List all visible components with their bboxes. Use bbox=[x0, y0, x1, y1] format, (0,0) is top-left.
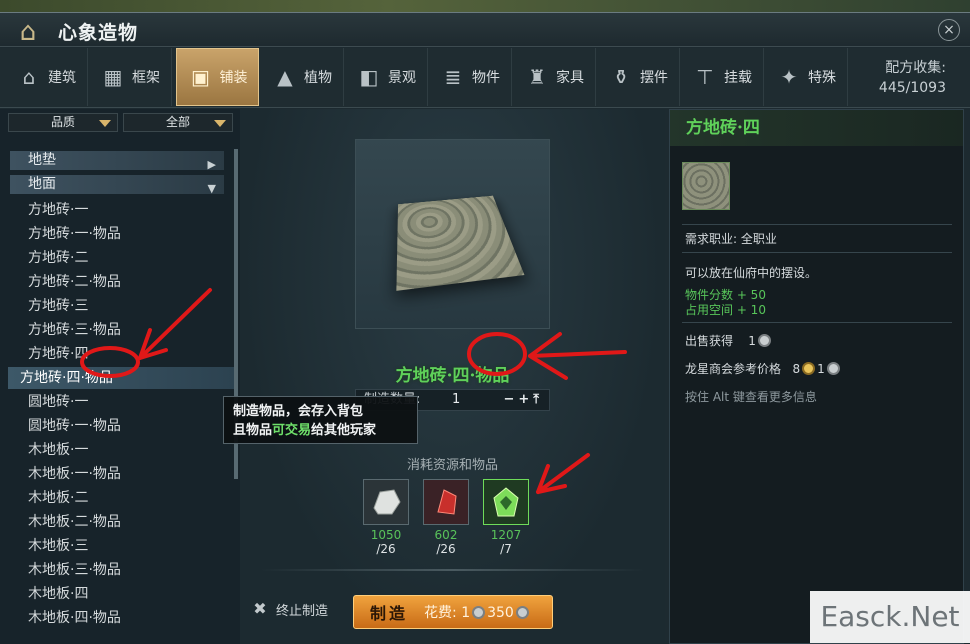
tab-frame[interactable]: ▦ 框架 bbox=[89, 48, 172, 106]
recipe-item[interactable]: 圆地砖·一·物品 bbox=[28, 415, 121, 437]
recipe-item[interactable]: 木地板·二 bbox=[28, 487, 88, 509]
chevron-down-icon: ▼ bbox=[207, 182, 216, 195]
recipe-item[interactable]: 木地板·三·物品 bbox=[28, 559, 121, 581]
recipe-item[interactable]: 木地板·一·物品 bbox=[28, 463, 121, 485]
cross-icon: ✖ bbox=[253, 599, 267, 618]
recipe-list-panel: 品质 全部 地垫 ▶ 地面 ▼ 方地砖·一 方地砖·一·物品 方地砖·二 方地砖·二… bbox=[0, 109, 240, 644]
recipe-item[interactable]: 方地砖·四 bbox=[28, 343, 88, 365]
house-icon: ⌂ bbox=[22, 65, 36, 89]
watermark: Easck.Net bbox=[810, 591, 970, 643]
alt-hint: 按住 Alt 键查看更多信息 bbox=[685, 390, 817, 404]
chevron-down-icon bbox=[99, 120, 111, 127]
all-dropdown[interactable]: 全部 bbox=[123, 113, 233, 132]
recipe-item[interactable]: 方地砖·一·物品 bbox=[28, 223, 121, 245]
category-tabs: ⌂ 建筑 ▦ 框架 ▣ 铺装 ▲ 植物 ◧ 景观 ≣ 物件 ♜ 家具 ⚱ 摆件 ⊤ 挂载 ✦ 特殊 … bbox=[0, 48, 970, 108]
item-preview bbox=[355, 139, 550, 329]
divider bbox=[682, 224, 952, 225]
recipe-item[interactable]: 木地板·一 bbox=[28, 439, 88, 461]
silver-coin-icon bbox=[472, 606, 486, 619]
quantity-buttons[interactable]: −+⤒ bbox=[503, 390, 543, 410]
material-slot[interactable]: 602 /26 bbox=[423, 479, 469, 556]
divider bbox=[260, 569, 645, 571]
silver-coin-icon bbox=[515, 606, 529, 619]
vase-icon: ⚱ bbox=[612, 65, 630, 89]
recipe-item[interactable]: 木地板·二·物品 bbox=[28, 511, 121, 533]
tab-mounted[interactable]: ⊤ 挂载 bbox=[681, 48, 764, 106]
chevron-right-icon: ▶ bbox=[207, 158, 216, 171]
silver-coin-icon bbox=[757, 334, 771, 347]
silver-coin-icon bbox=[826, 362, 840, 375]
space-usage: 占用空间 + 10 bbox=[685, 303, 766, 317]
tree-icon: ▲ bbox=[277, 65, 293, 89]
tab-special[interactable]: ✦ 特殊 bbox=[765, 48, 848, 106]
pavilion-icon: ⌂ bbox=[19, 17, 37, 47]
tab-building[interactable]: ⌂ 建筑 bbox=[5, 48, 88, 106]
materials-title: 消耗资源和物品 bbox=[406, 458, 498, 473]
chair-icon: ♜ bbox=[528, 65, 546, 89]
material-slot[interactable]: 1050 /26 bbox=[363, 479, 409, 556]
item-detail-panel: 方地砖·四 需求职业: 全职业 可以放在仙府中的摆设。 物件分数 + 50 占用… bbox=[669, 109, 964, 644]
stone-icon bbox=[373, 489, 401, 515]
stop-crafting-button[interactable]: ✖ 终止制造 bbox=[250, 599, 328, 619]
quantity-value[interactable]: 1 bbox=[452, 390, 460, 410]
crafting-center-panel: 方地砖·四·物品 制造数量: 1 −+⤒ 消耗资源和物品 1050 /26 60… bbox=[240, 109, 665, 644]
item-thumbnail bbox=[682, 162, 730, 210]
recipe-item-selected[interactable]: 方地砖·四·物品 bbox=[8, 367, 236, 389]
green-emblem-icon bbox=[493, 487, 519, 517]
item-name: 方地砖·四·物品 bbox=[395, 366, 510, 386]
recipe-item[interactable]: 圆地砖·一 bbox=[28, 391, 88, 413]
paving-icon: ▣ bbox=[191, 65, 210, 89]
detail-title: 方地砖·四 bbox=[670, 110, 963, 146]
recipe-item[interactable]: 木地板·四·物品 bbox=[28, 607, 121, 629]
job-requirement: 需求职业: 全职业 bbox=[685, 232, 777, 246]
tab-objects[interactable]: ≣ 物件 bbox=[429, 48, 512, 106]
stack-icon: ≣ bbox=[444, 65, 462, 89]
hanger-icon: ⊤ bbox=[696, 65, 714, 89]
floor-tile-image bbox=[396, 195, 525, 291]
craft-button-label: 制造 bbox=[370, 604, 409, 623]
sparkle-icon: ✦ bbox=[780, 65, 798, 89]
category-mat[interactable]: 地垫 ▶ bbox=[10, 151, 224, 171]
tab-plants[interactable]: ▲ 植物 bbox=[261, 48, 344, 106]
window-title: 心象造物 bbox=[58, 22, 139, 44]
item-description: 可以放在仙府中的摆设。 bbox=[685, 266, 818, 280]
crafting-window: ⌂ 心象造物 × ⌂ 建筑 ▦ 框架 ▣ 铺装 ▲ 植物 ◧ 景观 ≣ 物件 ♜ 家具 ⚱ 摆件… bbox=[0, 12, 970, 644]
sell-price: 出售获得 1 bbox=[685, 332, 773, 349]
recipe-item[interactable]: 木地板·四 bbox=[28, 583, 88, 605]
collection-value: 445/1093 bbox=[878, 80, 946, 96]
material-slot[interactable]: 1207 /7 bbox=[483, 479, 529, 556]
craft-button[interactable]: 制造 花费: 1 350 bbox=[353, 595, 553, 629]
recipe-item[interactable]: 方地砖·二·物品 bbox=[28, 271, 121, 293]
recipe-item[interactable]: 方地砖·三 bbox=[28, 295, 88, 317]
quality-dropdown[interactable]: 品质 bbox=[8, 113, 118, 132]
recipe-collection: 配方收集: 445/1093 bbox=[879, 58, 946, 98]
gold-coin-icon bbox=[802, 362, 816, 375]
chevron-down-icon bbox=[214, 120, 226, 127]
recipe-item[interactable]: 方地砖·一 bbox=[28, 199, 88, 221]
tab-landscape[interactable]: ◧ 景观 bbox=[345, 48, 428, 106]
reference-price: 龙星商会参考价格 81 bbox=[685, 360, 842, 377]
tab-ornaments[interactable]: ⚱ 摆件 bbox=[597, 48, 680, 106]
landscape-icon: ◧ bbox=[359, 65, 379, 89]
recipe-item[interactable]: 木地板·三 bbox=[28, 535, 88, 557]
recipe-item[interactable]: 方地砖·二 bbox=[28, 247, 88, 269]
close-button[interactable]: × bbox=[938, 19, 960, 41]
tab-furniture[interactable]: ♜ 家具 bbox=[513, 48, 596, 106]
craft-cost: 花费: 1 350 bbox=[424, 602, 531, 622]
divider bbox=[682, 252, 952, 253]
recipe-item[interactable]: 方地砖·三·物品 bbox=[28, 319, 121, 341]
frame-icon: ▦ bbox=[103, 65, 123, 89]
title-bar: ⌂ 心象造物 × bbox=[0, 13, 970, 47]
tab-paving[interactable]: ▣ 铺装 bbox=[176, 48, 259, 106]
collection-label: 配方收集: bbox=[885, 60, 946, 76]
divider bbox=[682, 322, 952, 323]
red-crystal-icon bbox=[437, 489, 457, 515]
category-floor[interactable]: 地面 ▼ bbox=[10, 175, 224, 195]
craft-tooltip: 制造物品，会存入背包 且物品可交易给其他玩家 bbox=[223, 396, 418, 444]
